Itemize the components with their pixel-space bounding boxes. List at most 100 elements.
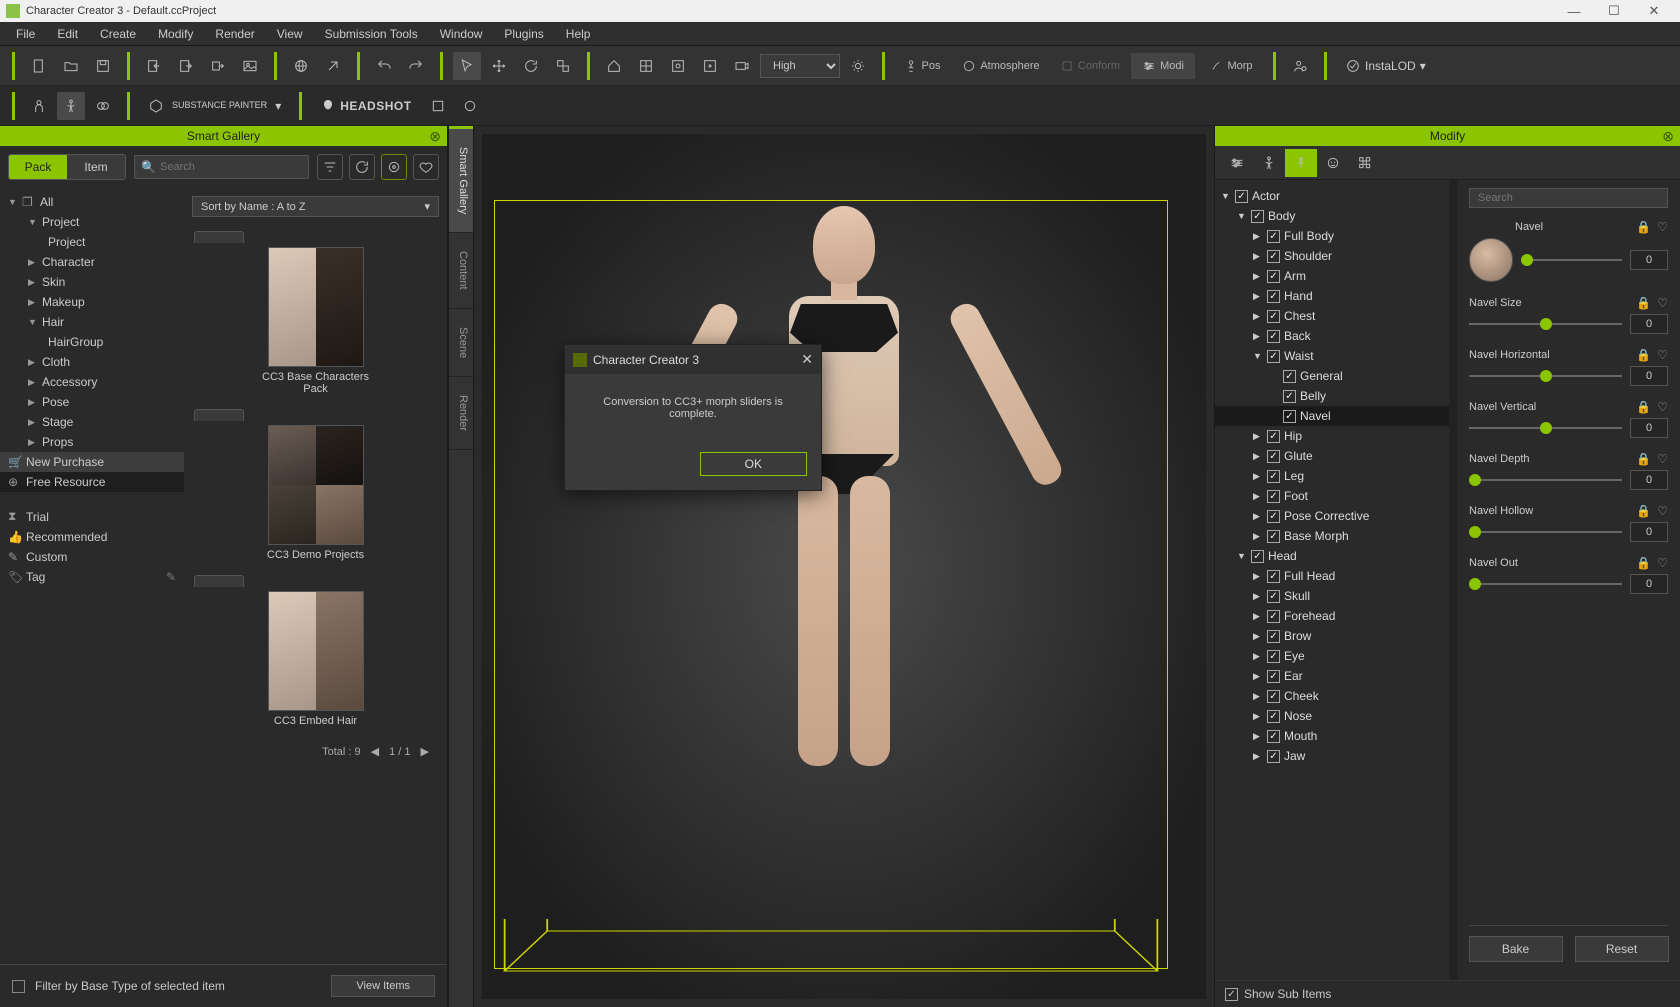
tree-makeup[interactable]: ▶Makeup — [0, 292, 184, 312]
filter-icon[interactable] — [317, 154, 343, 180]
actor-icon[interactable] — [25, 92, 53, 120]
tab-item[interactable]: Item — [67, 155, 125, 179]
conform-button[interactable]: Conform — [1053, 53, 1127, 79]
menu-help[interactable]: Help — [556, 24, 601, 44]
tab-pack[interactable]: Pack — [9, 155, 67, 179]
modify-search-input[interactable] — [1469, 188, 1668, 208]
modify-tree-item[interactable]: ✓Belly — [1215, 386, 1449, 406]
tree-all[interactable]: ▼❐All — [0, 192, 184, 212]
mod-tab-morph-icon[interactable] — [1285, 149, 1317, 177]
vtab-render[interactable]: Render — [449, 377, 473, 450]
prev-page-icon[interactable]: ◀ — [371, 745, 379, 758]
slider-value[interactable]: 0 — [1630, 522, 1668, 542]
modify-tree-item[interactable]: ▶✓Pose Corrective — [1215, 506, 1449, 526]
slider-value[interactable]: 0 — [1630, 314, 1668, 334]
edit-bone-icon[interactable] — [319, 52, 347, 80]
tree-recommended[interactable]: 👍Recommended — [0, 527, 184, 547]
lock-icon[interactable]: 🔒 — [1636, 348, 1651, 362]
mod-tab-pose-icon[interactable] — [1253, 149, 1285, 177]
redo-icon[interactable] — [402, 52, 430, 80]
refresh-icon[interactable] — [349, 154, 375, 180]
modify-tree-item[interactable]: ✓Navel — [1215, 406, 1449, 426]
maximize-button[interactable]: ☐ — [1594, 3, 1634, 19]
lock-icon[interactable]: 🔒 — [1636, 296, 1651, 310]
image-icon[interactable] — [236, 52, 264, 80]
tree-custom[interactable]: ✎Custom — [0, 547, 184, 567]
menu-window[interactable]: Window — [430, 24, 493, 44]
menu-create[interactable]: Create — [90, 24, 146, 44]
modify-tree-item[interactable]: ▶✓Nose — [1215, 706, 1449, 726]
gallery-search[interactable]: 🔍 — [134, 155, 309, 179]
camera-icon[interactable] — [728, 52, 756, 80]
save-file-icon[interactable] — [89, 52, 117, 80]
modify-tree-item[interactable]: ▶✓Foot — [1215, 486, 1449, 506]
slider-value[interactable]: 0 — [1630, 418, 1668, 438]
tree-project-child[interactable]: Project — [0, 232, 184, 252]
heart-icon[interactable]: ♡ — [1657, 504, 1668, 518]
mod-tab-checker-icon[interactable] — [1349, 149, 1381, 177]
vtab-smart-gallery[interactable]: Smart Gallery — [449, 126, 473, 233]
lock-icon[interactable]: 🔒 — [1636, 556, 1651, 570]
heart-icon[interactable]: ♡ — [1657, 556, 1668, 570]
character-model[interactable] — [704, 206, 984, 786]
slider-value[interactable]: 0 — [1630, 366, 1668, 386]
slider-track[interactable] — [1469, 531, 1622, 533]
close-button[interactable]: ✕ — [1634, 3, 1674, 19]
heart-icon[interactable]: ♡ — [1657, 400, 1668, 414]
sort-dropdown[interactable]: Sort by Name : A to Z▾ — [192, 196, 439, 217]
lock-icon[interactable]: 🔒 — [1636, 504, 1651, 518]
tree-new-purchase[interactable]: 🛒New Purchase — [0, 452, 184, 472]
headshot-opt1-icon[interactable] — [424, 92, 452, 120]
modify-tree-item[interactable]: ▶✓Shoulder — [1215, 246, 1449, 266]
undo-icon[interactable] — [370, 52, 398, 80]
tree-trial[interactable]: ⧗Trial — [0, 506, 184, 527]
morph-button[interactable]: Morp — [1199, 53, 1263, 79]
mod-tab-appearance-icon[interactable] — [1317, 149, 1349, 177]
tree-skin[interactable]: ▶Skin — [0, 272, 184, 292]
new-file-icon[interactable] — [25, 52, 53, 80]
next-page-icon[interactable]: ▶ — [421, 745, 429, 758]
frame-all-icon[interactable] — [632, 52, 660, 80]
headshot-opt2-icon[interactable] — [456, 92, 484, 120]
dialog-close-icon[interactable]: ✕ — [801, 351, 813, 368]
slider-track[interactable] — [1469, 323, 1622, 325]
import-icon[interactable] — [140, 52, 168, 80]
vtab-scene[interactable]: Scene — [449, 309, 473, 377]
menu-file[interactable]: File — [6, 24, 45, 44]
slider-track[interactable] — [1521, 259, 1622, 261]
lock-icon[interactable]: 🔒 — [1636, 452, 1651, 466]
modify-tree-item[interactable]: ▶✓Brow — [1215, 626, 1449, 646]
vtab-content[interactable]: Content — [449, 233, 473, 309]
substance-painter-button[interactable]: SUBSTANCE PAINTER ▾ — [140, 98, 289, 114]
instalod-button[interactable]: InstaLOD ▾ — [1337, 58, 1434, 74]
open-file-icon[interactable] — [57, 52, 85, 80]
user-settings-icon[interactable] — [1286, 52, 1314, 80]
tree-hair[interactable]: ▼Hair — [0, 312, 184, 332]
lock-icon[interactable]: 🔒 — [1636, 400, 1651, 414]
tree-free-resource[interactable]: ⊕Free Resource — [0, 472, 184, 492]
modify-tree-item[interactable]: ▶✓Hand — [1215, 286, 1449, 306]
slider-track[interactable] — [1469, 479, 1622, 481]
headshot-button[interactable]: HEADSHOT — [312, 98, 419, 114]
reset-button[interactable]: Reset — [1575, 936, 1669, 962]
modify-tree-item[interactable]: ▶✓Full Body — [1215, 226, 1449, 246]
slider-track[interactable] — [1469, 427, 1622, 429]
tree-stage[interactable]: ▶Stage — [0, 412, 184, 432]
modify-tree-item[interactable]: ▶✓Skull — [1215, 586, 1449, 606]
modify-tree-item[interactable]: ▶✓Forehead — [1215, 606, 1449, 626]
tree-character[interactable]: ▶Character — [0, 252, 184, 272]
menu-modify[interactable]: Modify — [148, 24, 203, 44]
scale-tool-icon[interactable] — [549, 52, 577, 80]
modify-tree-item[interactable]: ▶✓Full Head — [1215, 566, 1449, 586]
modify-tree-item[interactable]: ✓General — [1215, 366, 1449, 386]
modify-tree-item[interactable]: ▶✓Arm — [1215, 266, 1449, 286]
modify-tree-item[interactable]: ▼✓Actor — [1215, 186, 1449, 206]
gallery-search-input[interactable] — [160, 161, 302, 173]
collision-icon[interactable] — [89, 92, 117, 120]
modify-tree-item[interactable]: ▶✓Hip — [1215, 426, 1449, 446]
slider-track[interactable] — [1469, 375, 1622, 377]
menu-plugins[interactable]: Plugins — [494, 24, 553, 44]
quality-select[interactable]: High — [760, 54, 840, 78]
modify-tree-item[interactable]: ▶✓Base Morph — [1215, 526, 1449, 546]
gallery-item[interactable]: CC3 Embed Hair — [192, 575, 439, 727]
